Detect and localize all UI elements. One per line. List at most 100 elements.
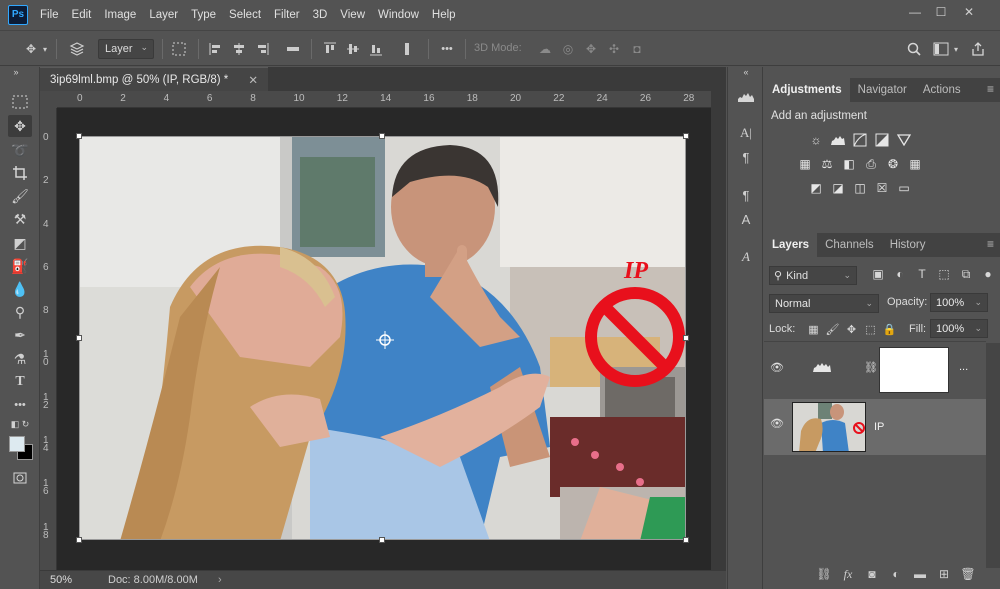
auto-select-icon[interactable] (66, 40, 88, 58)
histogram-icon[interactable] (736, 87, 756, 107)
document-image[interactable]: IP (79, 136, 686, 540)
tab-actions[interactable]: Actions (915, 78, 969, 102)
minimize-button[interactable]: — (904, 4, 926, 20)
lock-all-icon[interactable]: 🔒 (880, 323, 899, 336)
tab-layers[interactable]: Layers (764, 233, 818, 257)
lock-image-icon[interactable]: 🖌 (823, 323, 842, 336)
more-options-icon[interactable]: ••• (436, 40, 458, 58)
share-icon[interactable] (968, 40, 988, 58)
panel-menu-icon[interactable]: ≡ (987, 82, 994, 96)
panel-menu-icon[interactable]: ≡ (987, 237, 994, 251)
tab-adjustments[interactable]: Adjustments (764, 78, 850, 102)
3d-slide-icon[interactable]: ✣ (604, 40, 624, 58)
align-top-icon[interactable] (320, 40, 340, 58)
link-layers-icon[interactable]: ⛓ (812, 567, 836, 582)
chevron-down-icon[interactable]: ▾ (40, 40, 50, 58)
visibility-eye-icon[interactable]: 👁 (770, 361, 784, 375)
menu-type[interactable]: Type (191, 9, 216, 21)
exposure-icon[interactable] (874, 132, 890, 148)
character-styles-icon[interactable]: A (736, 209, 756, 229)
chevron-right-icon[interactable]: › (218, 574, 222, 586)
filter-adjustment-icon[interactable]: ◐ (889, 267, 911, 282)
character-icon[interactable]: A| (736, 123, 756, 143)
align-right-icon[interactable] (252, 40, 272, 58)
layer-row-ip[interactable]: 👁 IP (764, 399, 986, 455)
filter-pixel-icon[interactable]: ▣ (867, 267, 889, 282)
transform-handle[interactable] (683, 537, 689, 543)
vibrance-icon[interactable] (896, 132, 912, 148)
quick-mask-icon[interactable] (8, 467, 32, 489)
fx-icon[interactable]: fx (836, 567, 860, 582)
collapse-panels-icon[interactable]: « (736, 67, 756, 77)
brush-tool-icon[interactable]: 🖌 (8, 185, 32, 207)
trash-icon[interactable]: 🗑 (956, 567, 980, 582)
restore-button[interactable]: ☐ (930, 4, 952, 20)
lock-position-icon[interactable]: ✥ (842, 323, 861, 336)
menu-image[interactable]: Image (104, 9, 136, 21)
transform-handle[interactable] (683, 133, 689, 139)
tab-navigator[interactable]: Navigator (850, 78, 915, 102)
menu-filter[interactable]: Filter (274, 9, 300, 21)
eyedropper-tool-icon[interactable]: ⚗ (8, 348, 32, 370)
3d-camera-icon[interactable]: ◘ (627, 40, 647, 58)
glyphs-icon[interactable]: A (736, 247, 756, 267)
transform-handle[interactable] (379, 537, 385, 543)
new-layer-icon[interactable]: ⊞ (932, 567, 956, 582)
menu-view[interactable]: View (340, 9, 365, 21)
menu-edit[interactable]: Edit (72, 9, 92, 21)
align-bottom-icon[interactable] (366, 40, 386, 58)
menu-window[interactable]: Window (378, 9, 419, 21)
menu-help[interactable]: Help (432, 9, 456, 21)
close-tab-icon[interactable]: ✕ (248, 73, 258, 87)
add-mask-icon[interactable]: ◙ (860, 567, 884, 582)
filter-shape-icon[interactable]: ⬚ (933, 267, 955, 282)
fill-input[interactable]: 100% ⌄ (930, 319, 988, 338)
tab-channels[interactable]: Channels (817, 233, 882, 257)
auto-select-dropdown[interactable]: Layer ⌄ (98, 39, 154, 59)
align-center-icon[interactable] (229, 40, 249, 58)
move-tool-preset-icon[interactable]: ✥ (20, 40, 42, 58)
blend-mode-dropdown[interactable]: Normal ⌄ (769, 294, 879, 313)
menu-layer[interactable]: Layer (149, 9, 178, 21)
paragraph-icon[interactable]: ¶ (736, 147, 756, 167)
link-icon[interactable]: ⛓ (864, 361, 878, 374)
layer-filter-dropdown[interactable]: ⚲ Kind ⌄ (769, 266, 857, 285)
dodge-tool-icon[interactable]: ⚲ (8, 301, 32, 323)
photo-filter-icon[interactable]: ⎙ (863, 156, 879, 172)
close-window-button[interactable]: ✕ (958, 4, 980, 20)
vertical-scrollbar[interactable] (711, 91, 726, 570)
search-icon[interactable] (904, 40, 924, 58)
layer-row-levels[interactable]: 👁 ⛓ ... (764, 343, 986, 399)
paragraph-styles-icon[interactable]: ¶ (736, 185, 756, 205)
curves-icon[interactable] (852, 132, 868, 148)
layer-name-ip[interactable]: IP (874, 421, 884, 433)
tab-history[interactable]: History (882, 233, 934, 257)
lock-transparent-icon[interactable]: ▦ (804, 323, 823, 336)
brightness-contrast-icon[interactable]: ☼ (808, 132, 824, 148)
color-balance-icon[interactable]: ⚖ (819, 156, 835, 172)
align-middle-icon[interactable] (343, 40, 363, 58)
transform-handle[interactable] (76, 335, 82, 341)
blur-tool-icon[interactable]: 💧 (8, 278, 32, 300)
posterize-icon[interactable]: ◪ (830, 180, 846, 196)
foreground-color-swatch[interactable] (9, 436, 25, 452)
3d-roll-icon[interactable]: ◎ (558, 40, 578, 58)
marquee-tool-icon[interactable] (8, 91, 32, 113)
zoom-level[interactable]: 50% (50, 574, 80, 586)
gradient-map-icon[interactable]: ▭ (896, 180, 912, 196)
pen-tool-icon[interactable]: ✒ (8, 324, 32, 346)
menu-select[interactable]: Select (229, 9, 261, 21)
paint-bucket-tool-icon[interactable]: ⛽ (8, 255, 32, 277)
transform-controls-icon[interactable] (168, 40, 190, 58)
default-colors-icon[interactable]: ◧ ↻ (8, 417, 32, 431)
document-tab[interactable]: 3ip69lml.bmp @ 50% (IP, RGB/8) * ✕ (40, 67, 268, 91)
filter-type-icon[interactable]: T (911, 267, 933, 282)
collapse-toolbar-icon[interactable]: » (4, 67, 28, 77)
color-lookup-icon[interactable]: ▦ (907, 156, 923, 172)
distribute-icon[interactable] (283, 40, 303, 58)
transform-handle[interactable] (379, 133, 385, 139)
filter-toggle-icon[interactable]: ● (977, 267, 999, 282)
chevron-down-icon[interactable]: ▾ (951, 40, 961, 58)
invert-icon[interactable]: ◩ (808, 180, 824, 196)
workspace-icon[interactable] (930, 40, 952, 58)
